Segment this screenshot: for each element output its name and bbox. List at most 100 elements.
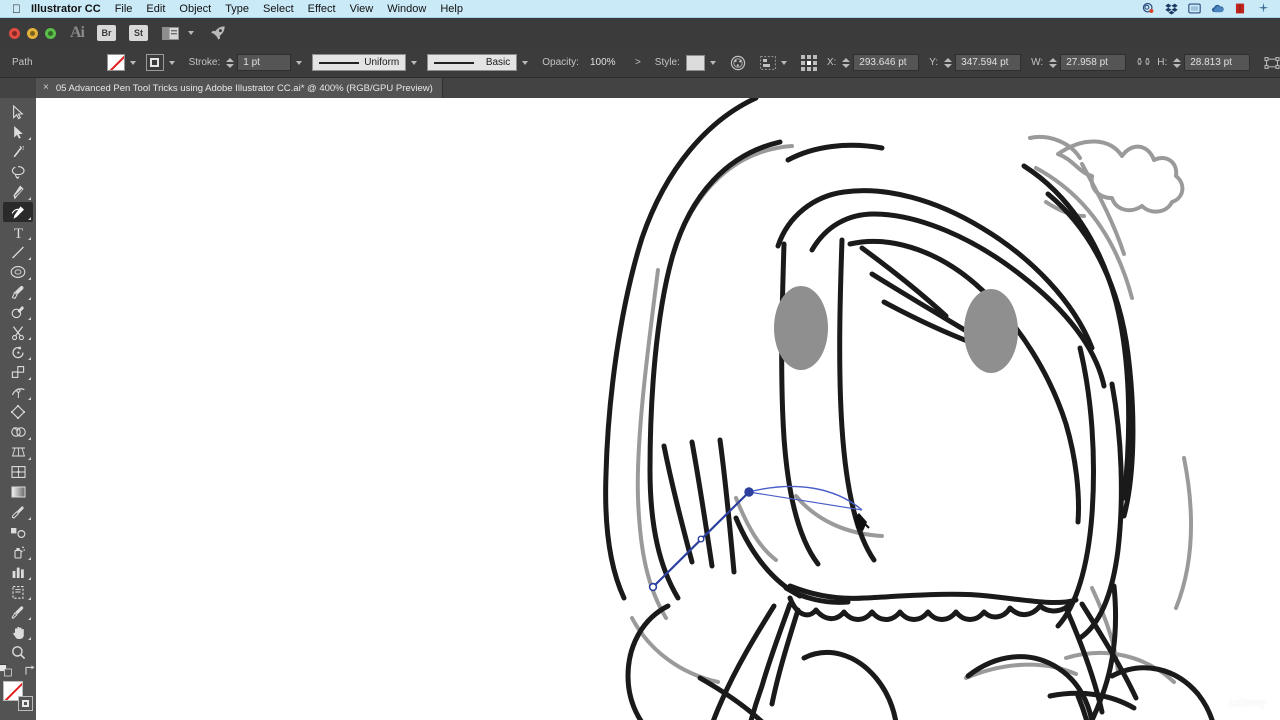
type-flyout-icon[interactable] [28,237,31,240]
refpt-mr[interactable] [812,60,817,65]
height-input[interactable]: 28.813 pt [1184,54,1251,71]
hand-tool[interactable] [3,622,33,642]
width-profile-chevron-down-icon[interactable] [411,60,418,65]
refpt-center[interactable] [806,60,811,65]
menu-item-window[interactable]: Window [387,3,426,15]
height-stepper[interactable] [1173,57,1182,68]
selection-tool[interactable] [3,102,33,122]
line-flyout-icon[interactable] [28,257,31,260]
opacity-more-options-button[interactable]: > [635,57,641,68]
slice-flyout-icon[interactable] [28,617,31,620]
battery-icon[interactable] [1234,2,1247,15]
y-position-control[interactable]: 347.594 pt [944,54,1022,71]
width-flyout-icon[interactable] [28,397,31,400]
opacity-input[interactable]: 100% [584,54,627,71]
height-control[interactable]: 28.813 pt [1173,54,1251,71]
stroke-chevron-down-icon[interactable] [168,60,175,65]
paintbrush-flyout-icon[interactable] [28,297,31,300]
shape-builder-tool[interactable] [3,422,33,442]
gradient-tool[interactable] [3,482,33,502]
graphic-style-control[interactable] [685,54,716,71]
document-tab[interactable]: × 05 Advanced Pen Tool Tricks using Adob… [36,78,443,98]
dropbox-icon[interactable] [1165,2,1178,15]
apple-logo-icon[interactable]:  [12,3,21,15]
brush-chevron-down-icon[interactable] [522,60,529,65]
rocket-icon[interactable] [210,25,226,41]
menu-item-effect[interactable]: Effect [308,3,336,15]
stroke-weight-control[interactable]: 1 pt [226,54,303,71]
artboard-canvas[interactable]: udemy [36,98,1280,720]
constrain-proportions-button[interactable] [1136,56,1151,70]
width-tool[interactable] [3,382,33,402]
brush-definition-control[interactable]: Basic [427,54,529,71]
brush-definition-select[interactable]: Basic [427,54,518,71]
shaper-flyout-icon[interactable] [28,317,31,320]
menu-item-type[interactable]: Type [225,3,249,15]
menu-item-view[interactable]: View [350,3,374,15]
stroke-swatch[interactable] [18,696,33,711]
stroke-swatch[interactable] [145,54,164,71]
zoom-button[interactable] [45,27,56,39]
column-graph-tool[interactable] [3,562,33,582]
direction-handle-midpoint[interactable] [697,535,705,543]
graphic-style-swatch[interactable] [685,54,705,71]
direct-selection-tool[interactable] [3,122,33,142]
rotate-tool[interactable] [3,342,33,362]
perspective-flyout-icon[interactable] [28,457,31,460]
scissors-tool[interactable] [3,322,33,342]
fill-chevron-down-icon[interactable] [129,60,136,65]
artboard-flyout-icon[interactable] [28,597,31,600]
artboard-tool[interactable] [3,582,33,602]
pen-tool[interactable] [3,182,33,202]
curvature-tool[interactable] [3,202,33,222]
align-chevron-down-icon[interactable] [780,60,787,65]
eyedropper-tool[interactable] [3,502,33,522]
refpt-tc[interactable] [806,54,811,59]
refpt-tl[interactable] [800,54,805,59]
scissors-flyout-icon[interactable] [28,337,31,340]
curvature-flyout-icon[interactable] [28,217,31,220]
stroke-weight-input[interactable]: 1 pt [237,54,292,71]
clock-icon[interactable] [1257,2,1270,15]
minimize-button[interactable] [27,27,38,39]
arrange-documents-button[interactable] [162,26,194,40]
direct-selection-flyout-icon[interactable] [28,137,31,140]
mesh-tool[interactable] [3,462,33,482]
align-control[interactable] [759,55,787,70]
menu-item-file[interactable]: File [115,3,133,15]
close-icon[interactable]: × [43,83,49,93]
x-position-stepper[interactable] [842,57,851,68]
blend-tool[interactable] [3,522,33,542]
onedrive-icon[interactable] [1211,2,1224,15]
bridge-button[interactable]: Br [97,25,116,41]
zoom-tool[interactable] [3,642,33,662]
refpt-bc[interactable] [806,66,811,71]
menu-item-select[interactable]: Select [263,3,294,15]
fill-none-swatch[interactable] [106,54,125,71]
slice-tool[interactable] [3,602,33,622]
ellipse-flyout-icon[interactable] [28,277,31,280]
free-transform-tool[interactable] [3,402,33,422]
graph-flyout-icon[interactable] [28,577,31,580]
transform-button[interactable] [1264,54,1280,72]
display-icon[interactable] [1188,2,1201,15]
width-input[interactable]: 27.958 pt [1060,54,1127,71]
scale-flyout-icon[interactable] [28,377,31,380]
shape-builder-flyout-icon[interactable] [28,437,31,440]
lasso-tool[interactable] [3,162,33,182]
type-tool[interactable]: T [3,222,33,242]
reference-point-widget[interactable] [800,54,817,71]
style-chevron-down-icon[interactable] [709,60,716,65]
stock-button[interactable]: St [129,25,148,41]
stroke-weight-chevron-down-icon[interactable] [296,60,303,65]
width-control[interactable]: 27.958 pt [1049,54,1127,71]
direction-handle-endpoint-left[interactable] [648,582,658,592]
menu-item-edit[interactable]: Edit [146,3,165,15]
eyedropper-flyout-icon[interactable] [28,517,31,520]
refpt-bl[interactable] [800,66,805,71]
y-position-stepper[interactable] [944,57,953,68]
magic-wand-tool[interactable] [3,142,33,162]
width-profile-control[interactable]: Uniform [312,54,418,71]
width-stepper[interactable] [1049,57,1058,68]
stroke-color-control[interactable] [145,54,175,71]
